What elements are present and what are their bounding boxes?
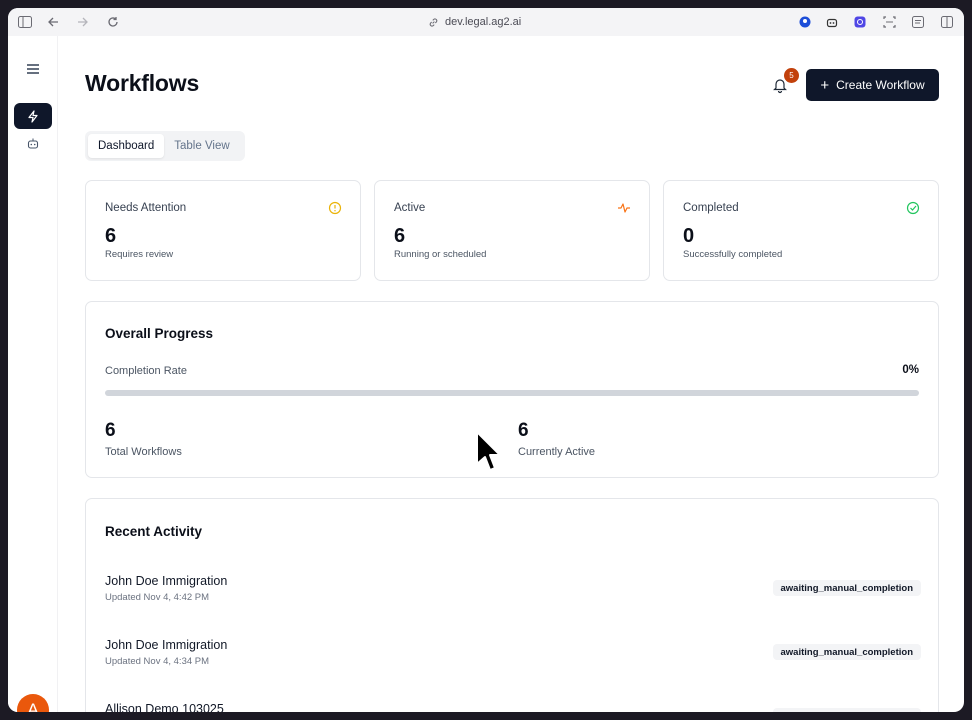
- stat-label: Completed: [683, 202, 739, 214]
- reload-icon[interactable]: [104, 13, 122, 31]
- menu-icon[interactable]: [14, 56, 52, 82]
- screenshot-icon[interactable]: [880, 13, 898, 31]
- activity-timestamp: Updated Nov 4, 4:34 PM: [105, 656, 210, 667]
- stat-value: 0: [683, 225, 695, 247]
- stat-subtext: Successfully completed: [683, 249, 783, 260]
- extension-ai-icon[interactable]: [851, 13, 869, 31]
- stat-value: 6: [394, 225, 406, 247]
- link-icon: [429, 17, 438, 27]
- create-workflow-label: Create Workflow: [836, 78, 925, 92]
- activity-icon: [618, 203, 630, 213]
- address-bar[interactable]: dev.legal.ag2.ai: [428, 14, 521, 30]
- stat-card-active: Active 6 Running or scheduled: [374, 180, 650, 281]
- stat-card-completed: Completed 0 Successfully completed: [663, 180, 939, 281]
- section-title: Recent Activity: [105, 524, 203, 539]
- stat-subtext: Requires review: [105, 249, 174, 260]
- activity-item[interactable]: John Doe Immigration Updated Nov 4, 4:34…: [105, 638, 921, 678]
- split-view-icon[interactable]: [938, 13, 956, 31]
- total-workflows-value: 6: [105, 420, 116, 441]
- app-sidebar: A: [8, 36, 58, 712]
- total-workflows-label: Total Workflows: [105, 446, 182, 458]
- activity-title: Allison Demo 103025: [105, 702, 224, 712]
- lightning-icon: [28, 109, 38, 123]
- browser-toolbar: dev.legal.ag2.ai: [8, 8, 964, 36]
- currently-active-label: Currently Active: [518, 446, 596, 458]
- main-content: Workflows 5 + Create Workflow Dashboard …: [58, 36, 964, 712]
- page-title: Workflows: [85, 70, 200, 96]
- reader-icon[interactable]: [909, 13, 927, 31]
- status-badge: awaiting_manual_completion: [772, 708, 921, 712]
- stat-subtext: Running or scheduled: [394, 249, 487, 260]
- extension-user-icon[interactable]: [796, 13, 814, 31]
- sidebar-item-workflows[interactable]: [14, 103, 52, 129]
- extension-bot-icon[interactable]: [823, 13, 841, 31]
- back-arrow-icon[interactable]: [44, 13, 62, 31]
- user-avatar[interactable]: A: [17, 694, 49, 712]
- plus-icon: +: [820, 76, 830, 94]
- section-title: Overall Progress: [105, 326, 214, 341]
- forward-arrow-icon[interactable]: [74, 13, 92, 31]
- activity-timestamp: Updated Nov 4, 4:42 PM: [105, 592, 210, 603]
- stat-card-needs-attention: Needs Attention 6 Requires review: [85, 180, 361, 281]
- notification-badge: 5: [784, 68, 799, 83]
- completion-rate-label: Completion Rate: [105, 365, 187, 377]
- tab-dashboard[interactable]: Dashboard: [88, 134, 165, 158]
- completion-rate-value: 0%: [902, 364, 919, 376]
- stat-value: 6: [105, 225, 117, 247]
- bot-icon: [27, 138, 39, 149]
- create-workflow-button[interactable]: + Create Workflow: [806, 69, 939, 101]
- check-circle-icon: [906, 201, 920, 215]
- activity-title: John Doe Immigration: [105, 574, 228, 588]
- activity-item[interactable]: John Doe Immigration Updated Nov 4, 4:42…: [105, 574, 921, 614]
- status-badge: awaiting_manual_completion: [772, 580, 921, 596]
- alert-circle-icon: [328, 201, 342, 215]
- activity-title: John Doe Immigration: [105, 638, 228, 652]
- view-tabs: Dashboard Table View: [85, 131, 245, 161]
- url-text: dev.legal.ag2.ai: [445, 16, 522, 28]
- progress-bar: [105, 390, 919, 396]
- status-badge: awaiting_manual_completion: [772, 644, 921, 660]
- sidebar-item-agents[interactable]: [14, 130, 52, 156]
- sidebar-toggle-icon[interactable]: [16, 13, 34, 31]
- stat-label: Needs Attention: [105, 202, 187, 214]
- overall-progress-card: Overall Progress Completion Rate 0% 6 To…: [85, 301, 939, 478]
- activity-item[interactable]: Allison Demo 103025 awaiting_manual_comp…: [105, 702, 921, 712]
- tab-table-view[interactable]: Table View: [164, 134, 239, 158]
- currently-active-value: 6: [518, 420, 529, 441]
- recent-activity-card: Recent Activity John Doe Immigration Upd…: [85, 498, 939, 712]
- browser-window: dev.legal.ag2.ai A Workflows 5 + Create …: [8, 8, 964, 712]
- mouse-cursor-icon: [476, 431, 501, 471]
- stat-label: Active: [394, 202, 426, 214]
